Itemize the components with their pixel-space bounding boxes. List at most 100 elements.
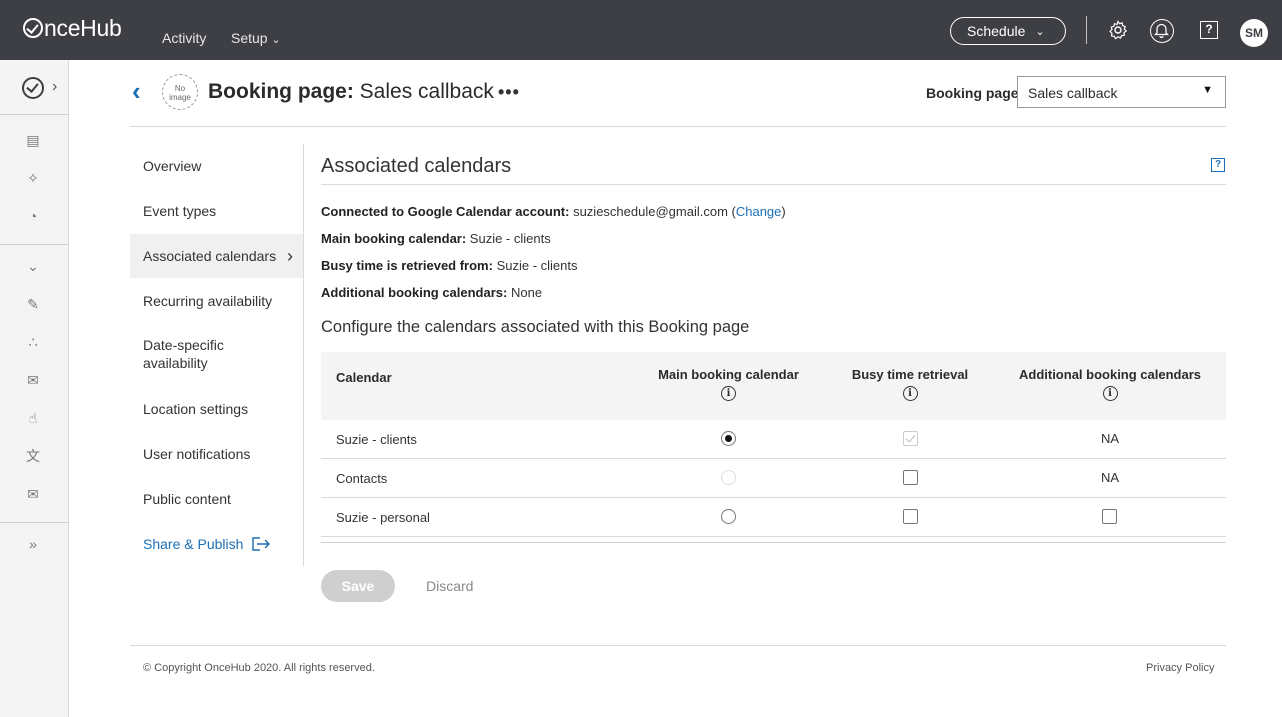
oncehub-logo[interactable]: nceHub: [23, 13, 122, 43]
main-booking-radio: [721, 470, 736, 485]
nav-activity[interactable]: Activity: [162, 30, 206, 46]
schedule-check-icon: [22, 77, 44, 99]
busy-time-checkbox[interactable]: [903, 431, 918, 446]
schedule-label: Schedule: [967, 23, 1026, 39]
sidenav-item-public-content[interactable]: Public content: [130, 477, 303, 521]
info-icon[interactable]: i: [902, 386, 918, 401]
col-main-booking-label: Main booking calendar: [658, 367, 799, 382]
table-row: Suzie - personal: [321, 498, 1226, 537]
translate-icon[interactable]: 文: [25, 448, 41, 464]
nav-setup[interactable]: Setup ⌄: [231, 30, 281, 46]
additional-calendar-checkbox[interactable]: [1102, 509, 1117, 524]
users-icon[interactable]: ∴: [25, 334, 41, 350]
configure-subtitle: Configure the calendars associated with …: [321, 318, 750, 336]
col-additional-label: Additional booking calendars: [1018, 367, 1202, 382]
col-calendar: Calendar: [336, 370, 392, 385]
footer-divider: [130, 645, 1226, 646]
sidenav-item-associated-calendars[interactable]: Associated calendars ›: [130, 234, 303, 278]
info-icon[interactable]: i: [721, 386, 736, 401]
chevron-down-icon[interactable]: ⌄: [25, 258, 41, 274]
chevron-down-icon: ⌄: [271, 34, 281, 46]
double-chevron-right-icon[interactable]: »: [25, 536, 41, 552]
sidenav-divider: [303, 144, 304, 566]
table-row: Suzie - clients NA: [321, 420, 1226, 459]
main-booking-radio[interactable]: [721, 509, 736, 524]
email-icon[interactable]: ✉: [25, 372, 41, 388]
booking-pages-icon[interactable]: ▤: [25, 132, 41, 148]
info-icon[interactable]: i: [1102, 386, 1118, 401]
change-account-link[interactable]: Change: [736, 204, 782, 219]
page-title-prefix: Booking page:: [208, 80, 354, 103]
save-button[interactable]: Save: [321, 570, 395, 602]
col-additional: Additional booking calendars i: [999, 367, 1221, 401]
sidenav-item-label: Associated calendars: [143, 248, 277, 264]
calendar-name: Suzie - personal: [336, 510, 430, 525]
calendar-name: Suzie - clients: [336, 432, 417, 447]
additional-calendars-value: None: [507, 285, 543, 300]
privacy-policy-link[interactable]: Privacy Policy: [1146, 662, 1214, 674]
connected-account-label: Connected to Google Calendar account:: [321, 204, 570, 219]
discard-button[interactable]: Discard: [426, 578, 473, 594]
back-arrow-icon[interactable]: ‹: [132, 78, 141, 104]
top-bar: nceHub Activity Setup ⌄ Schedule ⌄ ? SM: [0, 0, 1282, 60]
busy-time-checkbox[interactable]: [903, 470, 918, 485]
rail-product-switcher[interactable]: ›: [0, 60, 69, 115]
page-title-name: Sales callback: [353, 80, 494, 103]
help-icon[interactable]: ?: [1200, 21, 1218, 39]
bell-icon[interactable]: [1150, 19, 1174, 43]
sidenav-item-overview[interactable]: Overview: [130, 144, 303, 188]
no-image-placeholder[interactable]: No image: [162, 74, 198, 110]
sidenav-item-user-notifications[interactable]: User notifications: [130, 432, 303, 476]
bell-glyph: [1153, 23, 1170, 39]
no-image-line2: image: [169, 93, 191, 102]
busy-time-value: Suzie - clients: [492, 258, 578, 273]
main-calendar-value: Suzie - clients: [466, 231, 551, 246]
booking-page-select[interactable]: Sales callback ▼: [1017, 76, 1226, 108]
edit-icon[interactable]: ✎: [25, 296, 41, 312]
connected-account-row: Connected to Google Calendar account: su…: [321, 204, 786, 219]
hand-icon[interactable]: ☝: [25, 410, 41, 426]
booking-page-selector-label: Booking page: [926, 85, 1019, 101]
schedule-button[interactable]: Schedule ⌄: [950, 17, 1066, 45]
sidenav-item-date-specific-availability[interactable]: Date-specific availability: [130, 332, 280, 376]
email-at-icon[interactable]: ✉: [25, 486, 41, 502]
busy-time-checkbox[interactable]: [903, 509, 918, 524]
col-busy-time-label: Busy time retrieval: [851, 367, 969, 382]
booking-page-select-value: Sales callback: [1028, 85, 1118, 101]
main-calendar-label: Main booking calendar:: [321, 231, 467, 246]
dropdown-arrow-icon: ▼: [1202, 84, 1213, 96]
main-calendar-row: Main booking calendar: Suzie - clients: [321, 231, 551, 246]
rail-divider: [0, 522, 69, 523]
sidenav-item-event-types[interactable]: Event types: [130, 189, 303, 233]
additional-calendars-row: Additional booking calendars: None: [321, 285, 542, 300]
section-divider: [321, 184, 1226, 185]
gear-icon[interactable]: [1108, 20, 1128, 40]
copyright-text: © Copyright OnceHub 2020. All rights res…: [143, 662, 375, 674]
page-title: Booking page: Sales callback: [208, 80, 494, 104]
more-options-icon[interactable]: •••: [498, 82, 520, 103]
sidenav-item-location-settings[interactable]: Location settings: [130, 387, 303, 431]
avatar[interactable]: SM: [1240, 19, 1268, 47]
chevron-down-icon: ⌄: [1035, 25, 1045, 38]
chevron-right-icon: ›: [52, 78, 58, 95]
calendar-table-header: Calendar Main booking calendar i Busy tim…: [321, 352, 1226, 420]
col-busy-time: Busy time retrieval i: [821, 367, 999, 401]
share-export-icon: [252, 537, 271, 551]
sidenav-item-recurring-availability[interactable]: Recurring availability: [130, 279, 303, 323]
additional-na: NA: [1101, 431, 1120, 446]
no-image-line1: No: [174, 84, 186, 93]
table-bottom-border: [321, 542, 1226, 543]
help-icon[interactable]: ?: [1211, 158, 1225, 172]
section-title: Associated calendars: [321, 155, 512, 177]
sidenav-item-share-publish[interactable]: Share & Publish: [130, 522, 303, 566]
busy-time-label: Busy time is retrieved from:: [321, 258, 493, 273]
integrations-icon[interactable]: ✧: [25, 170, 41, 186]
table-row: Contacts NA: [321, 459, 1226, 498]
left-rail: › ▤ ✧ ◔ ⌄ ✎ ∴ ✉ ☝ 文 ✉ »: [0, 60, 69, 717]
paren-close: ): [781, 204, 786, 219]
col-main-booking: Main booking calendar i: [636, 367, 821, 401]
topbar-divider: [1086, 16, 1087, 44]
logo-check-icon: [23, 18, 43, 38]
main-booking-radio[interactable]: [721, 431, 736, 446]
reports-pie-icon[interactable]: ◔: [25, 208, 41, 224]
